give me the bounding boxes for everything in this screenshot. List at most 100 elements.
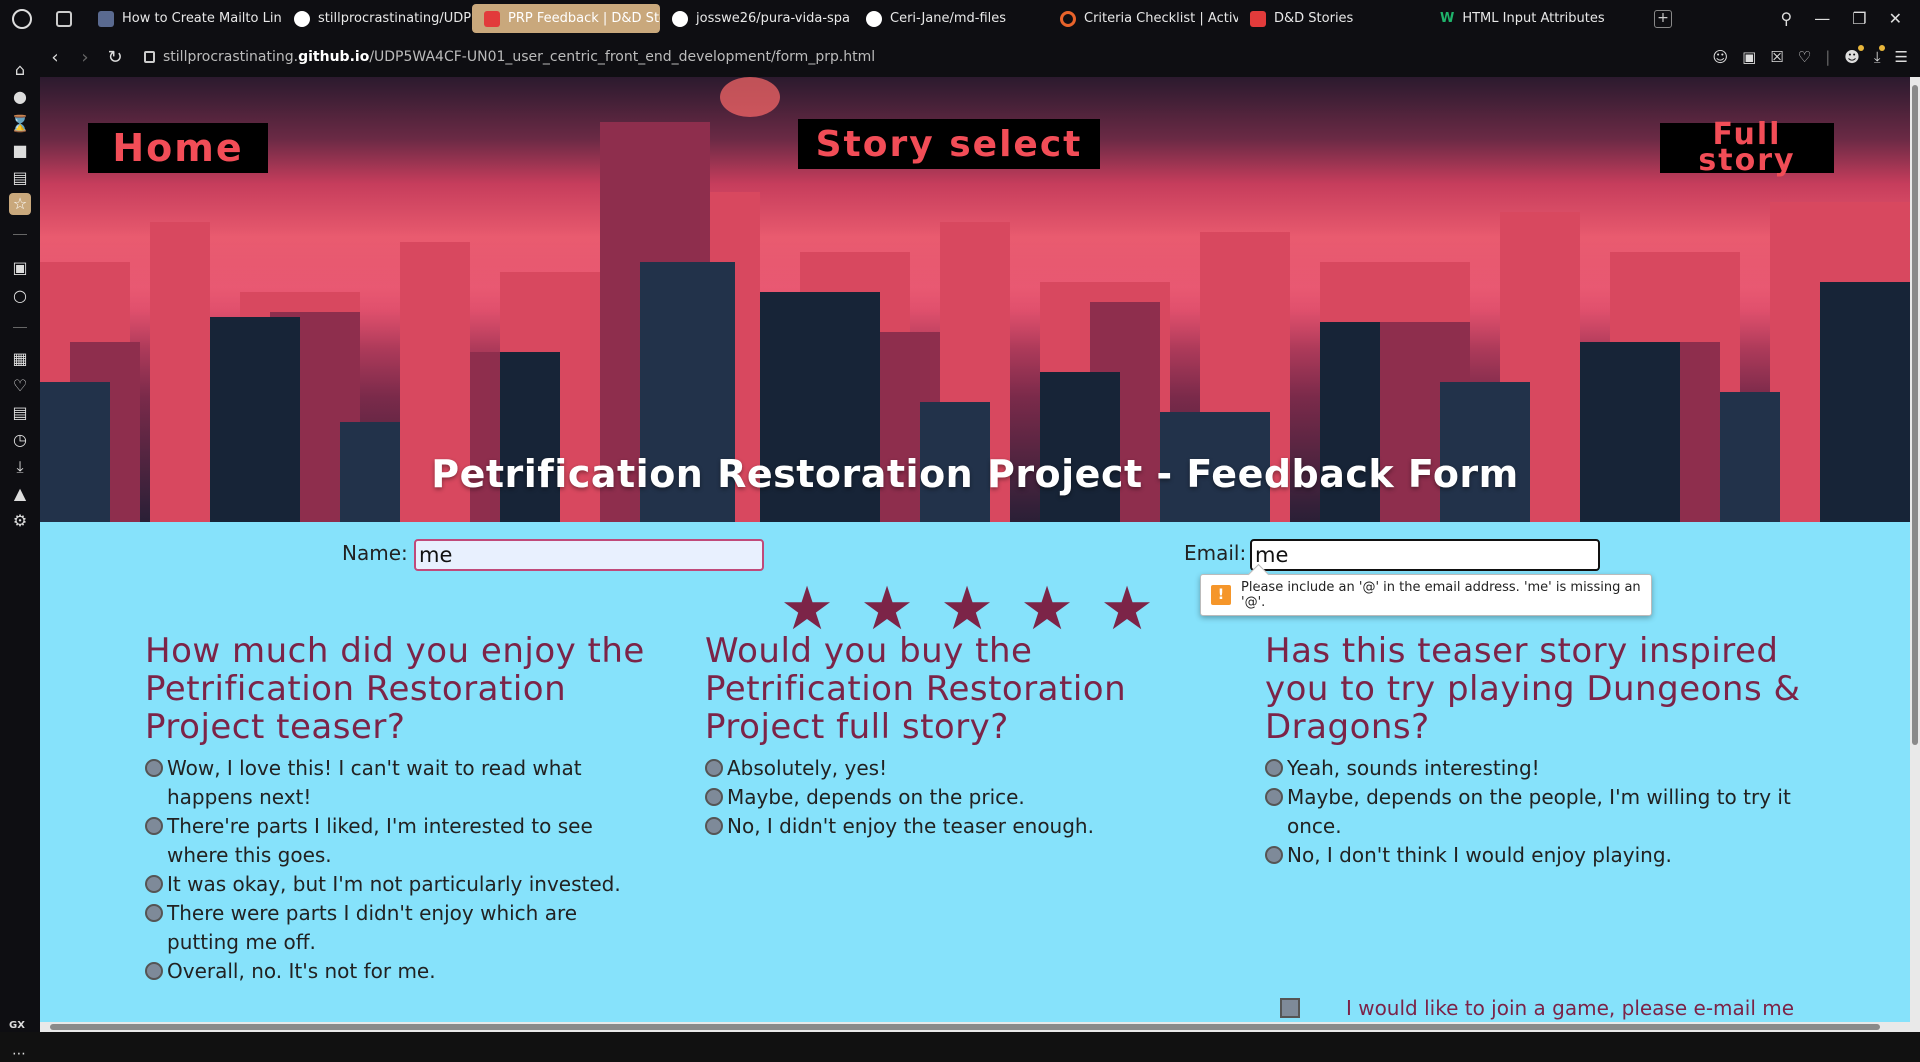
email-field[interactable]: me <box>1250 539 1600 571</box>
option-label: Maybe, depends on the price. <box>727 785 1025 809</box>
briefcase-icon[interactable]: ■ <box>9 140 31 162</box>
snapshot-icon[interactable]: ▣ <box>1742 48 1756 66</box>
github-icon <box>672 10 688 27</box>
github-icon <box>294 10 310 27</box>
extensions-icon[interactable]: ▲ <box>9 483 31 505</box>
history-icon[interactable]: ◷ <box>9 429 31 451</box>
nav-story-select-button[interactable]: Story select <box>798 119 1100 169</box>
radio-button[interactable] <box>705 788 723 806</box>
star-icon[interactable]: ★ <box>940 579 994 639</box>
emoji-icon[interactable]: ☺ <box>1712 48 1728 66</box>
forward-icon[interactable]: › <box>70 47 100 68</box>
new-tab-button[interactable]: + <box>1654 9 1672 28</box>
radio-button[interactable] <box>145 904 163 922</box>
hero-banner: Home Story select Full story Petrificati… <box>40 77 1910 522</box>
heart-icon[interactable]: ♡ <box>1798 48 1811 66</box>
radio-option[interactable]: Maybe, depends on the price. <box>705 783 1165 812</box>
gamepad-icon[interactable]: ● <box>9 86 31 108</box>
home-icon[interactable]: ⌂ <box>9 59 31 81</box>
tab-0[interactable]: How to Create Mailto Link <box>86 4 282 33</box>
heart-icon[interactable]: ♡ <box>9 375 31 397</box>
tab-1[interactable]: stillprocrastinating/UDP5 <box>282 4 472 33</box>
star-icon[interactable]: ★ <box>860 579 914 639</box>
url-host-domain: github.io <box>298 49 370 65</box>
radio-option[interactable]: Yeah, sounds interesting! <box>1265 754 1825 783</box>
radio-button[interactable] <box>145 759 163 777</box>
radio-option[interactable]: It was okay, but I'm not particularly in… <box>145 870 665 899</box>
star-icon[interactable]: ★ <box>780 579 834 639</box>
question-dnd-interest: Has this teaser story inspired you to tr… <box>1265 632 1825 870</box>
browser-tab-bar: How to Create Mailto Link stillprocrasti… <box>0 0 1920 37</box>
option-label: There were parts I didn't enjoy which ar… <box>167 901 578 954</box>
hourglass-icon[interactable]: ⌛ <box>9 113 31 135</box>
join-game-checkbox[interactable] <box>1280 998 1300 1018</box>
tab-2-active[interactable]: PRP Feedback | D&D Stor <box>472 4 660 33</box>
radio-option[interactable]: There're parts I liked, I'm interested t… <box>145 812 665 870</box>
option-label: Absolutely, yes! <box>727 756 888 780</box>
star-icon[interactable]: ☆ <box>9 193 31 215</box>
nav-full-story-button[interactable]: Full story <box>1660 120 1834 176</box>
web-icon <box>98 10 114 27</box>
validation-message: Please include an '@' in the email addre… <box>1241 580 1641 610</box>
vertical-scrollbar[interactable] <box>1910 77 1920 1032</box>
criteria-ring-icon <box>1060 10 1076 27</box>
book-icon[interactable]: ▤ <box>9 167 31 189</box>
nav-home-button[interactable]: Home <box>88 123 268 173</box>
download-icon[interactable]: ⤓ <box>1874 45 1885 66</box>
url-field[interactable]: stillprocrastinating.github.io/UDP5WA4CF… <box>144 49 875 65</box>
radio-option[interactable]: Overall, no. It's not for me. <box>145 957 665 986</box>
messenger-icon[interactable]: ○ <box>9 285 31 307</box>
radio-button[interactable] <box>1265 846 1283 864</box>
radio-option[interactable]: There were parts I didn't enjoy which ar… <box>145 899 665 957</box>
horizontal-scrollbar[interactable] <box>40 1022 1910 1032</box>
tab-7[interactable]: W HTML Input Attributes <box>1428 4 1624 33</box>
radio-button[interactable] <box>1265 759 1283 777</box>
tab-6[interactable]: D&D Stories <box>1238 4 1428 33</box>
radio-option[interactable]: No, I don't think I would enjoy playing. <box>1265 841 1825 870</box>
downloads-icon[interactable]: ⤓ <box>9 456 31 478</box>
more-icon[interactable]: ⋯ <box>12 1046 26 1062</box>
minimize-icon[interactable]: — <box>1814 9 1830 28</box>
option-label: There're parts I liked, I'm interested t… <box>167 814 593 867</box>
star-rating: ★ ★ ★ ★ ★ <box>780 579 1154 639</box>
settings-icon[interactable]: ⚙ <box>9 510 31 532</box>
radio-button[interactable] <box>705 759 723 777</box>
close-icon[interactable]: ✕ <box>1889 9 1902 28</box>
question-heading: How much did you enjoy the Petrification… <box>145 631 645 747</box>
radio-button[interactable] <box>705 817 723 835</box>
star-icon[interactable]: ★ <box>1020 579 1074 639</box>
tab-4[interactable]: Ceri-Jane/md-files <box>854 4 1048 33</box>
browser-sidebar: ⌂ ● ⌛ ■ ▤ ☆ ▣ ○ ▦ ♡ ▤ ◷ ⤓ ▲ ⚙ GX ⋯ <box>0 37 40 1062</box>
gx-corner-icon[interactable]: GX <box>9 1020 25 1031</box>
radio-option[interactable]: Maybe, depends on the people, I'm willin… <box>1265 783 1825 841</box>
star-icon[interactable]: ★ <box>1100 579 1154 639</box>
opera-gx-logo-icon[interactable] <box>0 0 44 37</box>
restore-icon[interactable]: ❐ <box>1852 9 1866 28</box>
back-icon[interactable]: ‹ <box>40 47 70 68</box>
radio-button[interactable] <box>145 962 163 980</box>
search-tabs-icon[interactable]: ⚲ <box>1781 9 1793 28</box>
radio-button[interactable] <box>145 817 163 835</box>
tab-3[interactable]: josswe26/pura-vida-spa <box>660 4 854 33</box>
radio-option[interactable]: Wow, I love this! I can't wait to read w… <box>145 754 665 812</box>
browser-toolbar: ☺ ▣ ☒ ♡ | ☻ ⤓ ☰ <box>1712 45 1908 66</box>
option-label: No, I don't think I would enjoy playing. <box>1287 843 1672 867</box>
twitch-icon[interactable]: ▣ <box>9 257 31 279</box>
name-label: Name: <box>342 541 408 565</box>
profile-icon[interactable]: ☻ <box>1844 45 1864 66</box>
apps-icon[interactable]: ▦ <box>9 348 31 370</box>
radio-option[interactable]: No, I didn't enjoy the teaser enough. <box>705 812 1165 841</box>
news-icon[interactable]: ▤ <box>9 402 31 424</box>
adblock-icon[interactable]: ☒ <box>1770 48 1783 66</box>
option-label: Wow, I love this! I can't wait to read w… <box>167 756 582 809</box>
tab-5[interactable]: Criteria Checklist | Activiti <box>1048 4 1238 33</box>
radio-option[interactable]: Absolutely, yes! <box>705 754 1165 783</box>
radio-button[interactable] <box>1265 788 1283 806</box>
address-bar: ‹ › ↻ stillprocrastinating.github.io/UDP… <box>0 37 1920 77</box>
reload-icon[interactable]: ↻ <box>100 47 130 68</box>
tab-workspaces[interactable] <box>44 4 86 33</box>
name-field[interactable]: me <box>414 539 764 571</box>
radio-button[interactable] <box>145 875 163 893</box>
url-host-prefix: stillprocrastinating. <box>163 49 299 65</box>
easy-setup-icon[interactable]: ☰ <box>1895 48 1908 66</box>
